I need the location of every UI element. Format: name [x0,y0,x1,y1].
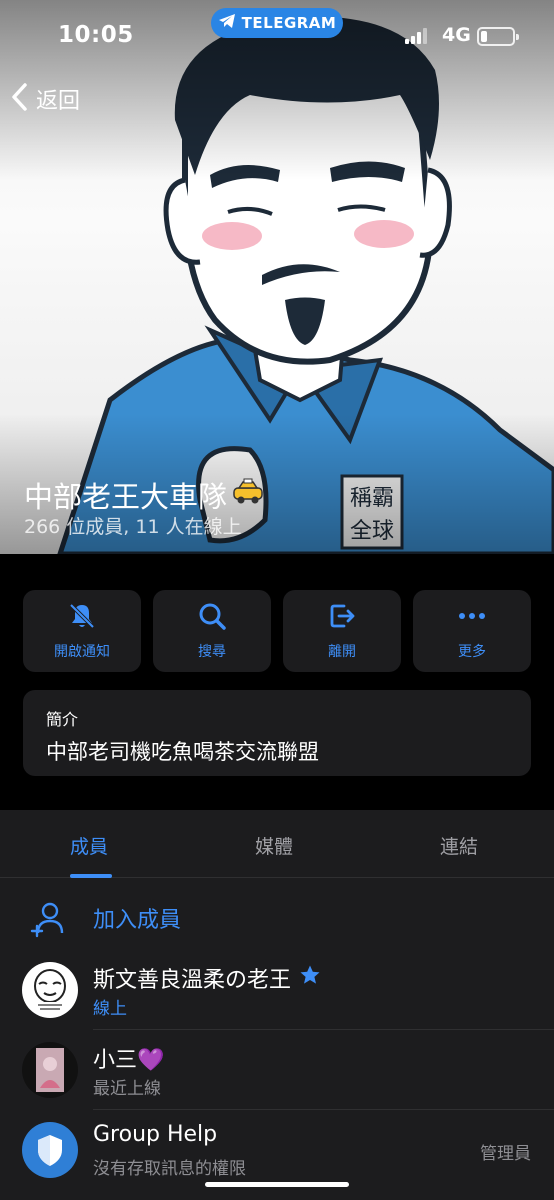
member-role-badge: 管理員 [480,1144,531,1164]
home-indicator [205,1182,349,1187]
status-bar: 10:05 TELEGRAM 4G [0,0,554,70]
search-icon [197,601,227,635]
about-text: 中部老司機吃魚喝茶交流聯盟 [46,740,319,764]
status-time: 10:05 [58,22,134,48]
search-button[interactable]: 搜尋 [153,590,271,672]
tab-members[interactable]: 成員 [70,832,108,859]
avatar [22,962,78,1018]
back-button[interactable]: 返回 [10,82,80,116]
unmute-label: 開啟通知 [54,644,110,660]
search-label: 搜尋 [198,644,226,660]
member-name-text: Group Help [93,1122,218,1147]
avatar [22,1122,78,1178]
active-tab-indicator [70,874,112,878]
member-name: 小三💜 [93,1042,164,1074]
leave-label: 離開 [328,644,356,660]
more-label: 更多 [458,644,486,660]
member-name-text: 斯文善良溫柔の老王 [93,968,292,993]
member-row[interactable]: 斯文善良溫柔の老王 線上 [0,950,554,1030]
telegram-pill-label: TELEGRAM [241,14,337,32]
group-avatar-header[interactable]: 稱霸 全球 中部老王大車隊 266 位成員, 11 人在線上 [0,0,554,554]
more-button[interactable]: 更多 [413,590,531,672]
telegram-pill[interactable]: TELEGRAM [211,8,343,38]
bell-slash-icon [67,601,97,635]
group-name-text: 中部老王大車隊 [24,480,228,514]
leave-button[interactable]: 離開 [283,590,401,672]
add-person-icon [30,900,66,942]
member-name-text: 小三💜 [93,1048,165,1073]
about-card[interactable]: 簡介 中部老司機吃魚喝茶交流聯盟 [23,690,531,776]
chevron-left-icon [10,82,30,116]
group-actions: 開啟通知 搜尋 離開 更多 [23,590,531,672]
network-type: 4G [442,24,471,46]
leave-icon [327,601,357,635]
group-name: 中部老王大車隊 [24,474,265,516]
shield-icon [38,1135,62,1166]
member-name: 斯文善良溫柔の老王 [93,962,321,994]
taxi-icon [231,478,265,513]
tab-media[interactable]: 媒體 [255,832,293,859]
member-row[interactable]: Group Help 沒有存取訊息的權限 管理員 [0,1110,554,1190]
member-name: Group Help [93,1122,217,1147]
signal-icon [405,28,431,48]
members-section: 成員 媒體 連結 加入成員 斯文善良溫柔の老王 線上 小三💜 最近上線 Grou… [0,810,554,1200]
about-heading: 簡介 [46,710,79,729]
add-member-label: 加入成員 [93,908,182,933]
member-row[interactable]: 小三💜 最近上線 [0,1030,554,1110]
add-member-button[interactable]: 加入成員 [0,890,554,948]
telegram-logo-icon [218,13,236,33]
unmute-button[interactable]: 開啟通知 [23,590,141,672]
star-icon [299,964,321,992]
back-label: 返回 [36,89,81,114]
avatar [22,1042,78,1098]
battery-icon [477,27,519,46]
more-icon [456,601,488,635]
tab-bar: 成員 媒體 連結 [0,810,554,878]
member-status: 最近上線 [93,1079,161,1099]
member-status: 線上 [93,999,127,1019]
member-status: 沒有存取訊息的權限 [93,1159,246,1179]
group-member-count: 266 位成員, 11 人在線上 [24,516,242,538]
tab-links[interactable]: 連結 [440,832,478,859]
